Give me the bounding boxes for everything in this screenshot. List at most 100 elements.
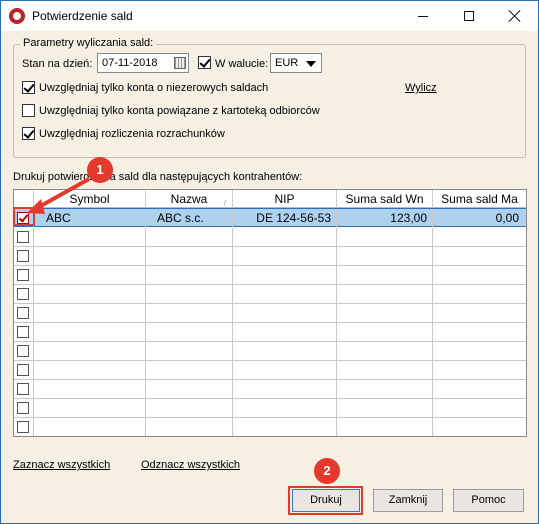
table-cell[interactable] [337,418,433,436]
row-check-cell[interactable] [14,285,34,303]
nonzero-balances-label[interactable]: Uwzględniaj tylko konta o niezerowych sa… [39,82,268,94]
table-cell[interactable] [337,380,433,398]
table-cell[interactable] [233,342,337,360]
row-check-cell[interactable] [14,228,34,246]
table-cell[interactable] [233,399,337,417]
col-symbol-header[interactable]: Symbol [34,190,146,208]
col-check-header[interactable] [14,190,34,208]
row-check-cell[interactable] [14,342,34,360]
table-cell[interactable] [337,399,433,417]
row-checkbox[interactable] [17,364,29,376]
row-checkbox[interactable] [17,383,29,395]
minimize-button[interactable] [400,1,446,31]
row-check-cell[interactable] [14,399,34,417]
table-row[interactable] [14,323,526,342]
table-cell[interactable] [233,285,337,303]
table-cell[interactable] [34,247,146,265]
help-button[interactable]: Pomoc [453,489,524,512]
table-cell[interactable] [433,418,526,436]
table-cell[interactable] [34,361,146,379]
table-cell[interactable] [34,418,146,436]
table-cell[interactable] [433,228,526,246]
table-cell[interactable] [34,342,146,360]
table-cell[interactable] [337,266,433,284]
row-check-cell[interactable] [14,361,34,379]
cell-nip[interactable]: DE 124-56-53 [233,209,337,227]
settlements-checkbox[interactable] [22,127,35,140]
table-cell[interactable] [337,247,433,265]
table-cell[interactable] [337,304,433,322]
table-row[interactable] [14,266,526,285]
table-cell[interactable] [146,266,233,284]
close-button[interactable]: Zamknij [373,489,443,512]
table-cell[interactable] [34,304,146,322]
col-name-header[interactable]: Nazwa / [146,190,233,208]
table-cell[interactable] [146,418,233,436]
row-check-cell[interactable] [14,247,34,265]
table-cell[interactable] [233,304,337,322]
row-check-cell[interactable] [14,418,34,436]
table-cell[interactable] [433,266,526,284]
row-checkbox[interactable] [17,288,29,300]
row-check-cell[interactable] [14,304,34,322]
table-row[interactable] [14,247,526,266]
row-check-cell[interactable] [14,380,34,398]
settlements-label[interactable]: Uwzględniaj rozliczenia rozrachunków [39,128,225,140]
row-check-cell[interactable] [14,323,34,341]
cell-ma[interactable]: 0,00 [433,209,526,227]
calendar-icon[interactable] [174,57,186,69]
date-input[interactable]: 07-11-2018 [97,53,189,73]
row-checkbox[interactable] [17,250,29,262]
table-cell[interactable] [433,285,526,303]
table-cell[interactable] [433,399,526,417]
table-cell[interactable] [337,342,433,360]
table-cell[interactable] [146,342,233,360]
row-check-cell[interactable] [14,266,34,284]
currency-select[interactable]: EUR [270,53,322,73]
maximize-button[interactable] [446,1,492,31]
cell-name[interactable]: ABC s.c. [146,209,233,227]
table-cell[interactable] [433,342,526,360]
table-cell[interactable] [337,361,433,379]
select-all-link[interactable]: Zaznacz wszystkich [13,459,110,471]
table-cell[interactable] [433,323,526,341]
row-checkbox[interactable] [17,402,29,414]
currency-checkbox[interactable] [198,56,211,69]
table-cell[interactable] [146,323,233,341]
table-cell[interactable] [233,266,337,284]
table-cell[interactable] [146,361,233,379]
table-cell[interactable] [34,285,146,303]
table-row[interactable] [14,380,526,399]
table-row[interactable] [14,399,526,418]
table-row[interactable] [14,361,526,380]
col-wn-header[interactable]: Suma sald Wn [337,190,433,208]
table-cell[interactable] [34,228,146,246]
table-row[interactable]: ABC ABC s.c. DE 124-56-53 123,00 0,00 [14,208,526,227]
table-cell[interactable] [233,247,337,265]
nonzero-balances-checkbox[interactable] [22,81,35,94]
table-cell[interactable] [233,228,337,246]
table-row[interactable] [14,418,526,436]
table-cell[interactable] [433,361,526,379]
table-cell[interactable] [34,399,146,417]
row-checkbox[interactable] [17,326,29,338]
close-window-button[interactable] [492,1,538,31]
customer-accounts-label[interactable]: Uwzględniaj tylko konta powiązane z kart… [39,105,320,117]
row-checkbox[interactable] [17,269,29,281]
table-cell[interactable] [146,228,233,246]
title-bar[interactable]: Potwierdzenie sald [1,1,538,31]
table-cell[interactable] [34,323,146,341]
cell-wn[interactable]: 123,00 [337,209,433,227]
table-cell[interactable] [34,266,146,284]
table-row[interactable] [14,228,526,247]
customer-accounts-checkbox[interactable] [22,104,35,117]
cell-symbol[interactable]: ABC [34,209,146,227]
table-row[interactable] [14,304,526,323]
col-ma-header[interactable]: Suma sald Ma [433,190,526,208]
table-cell[interactable] [233,361,337,379]
table-cell[interactable] [433,247,526,265]
table-row[interactable] [14,342,526,361]
deselect-all-link[interactable]: Odznacz wszystkich [141,459,240,471]
table-cell[interactable] [146,380,233,398]
table-cell[interactable] [146,399,233,417]
